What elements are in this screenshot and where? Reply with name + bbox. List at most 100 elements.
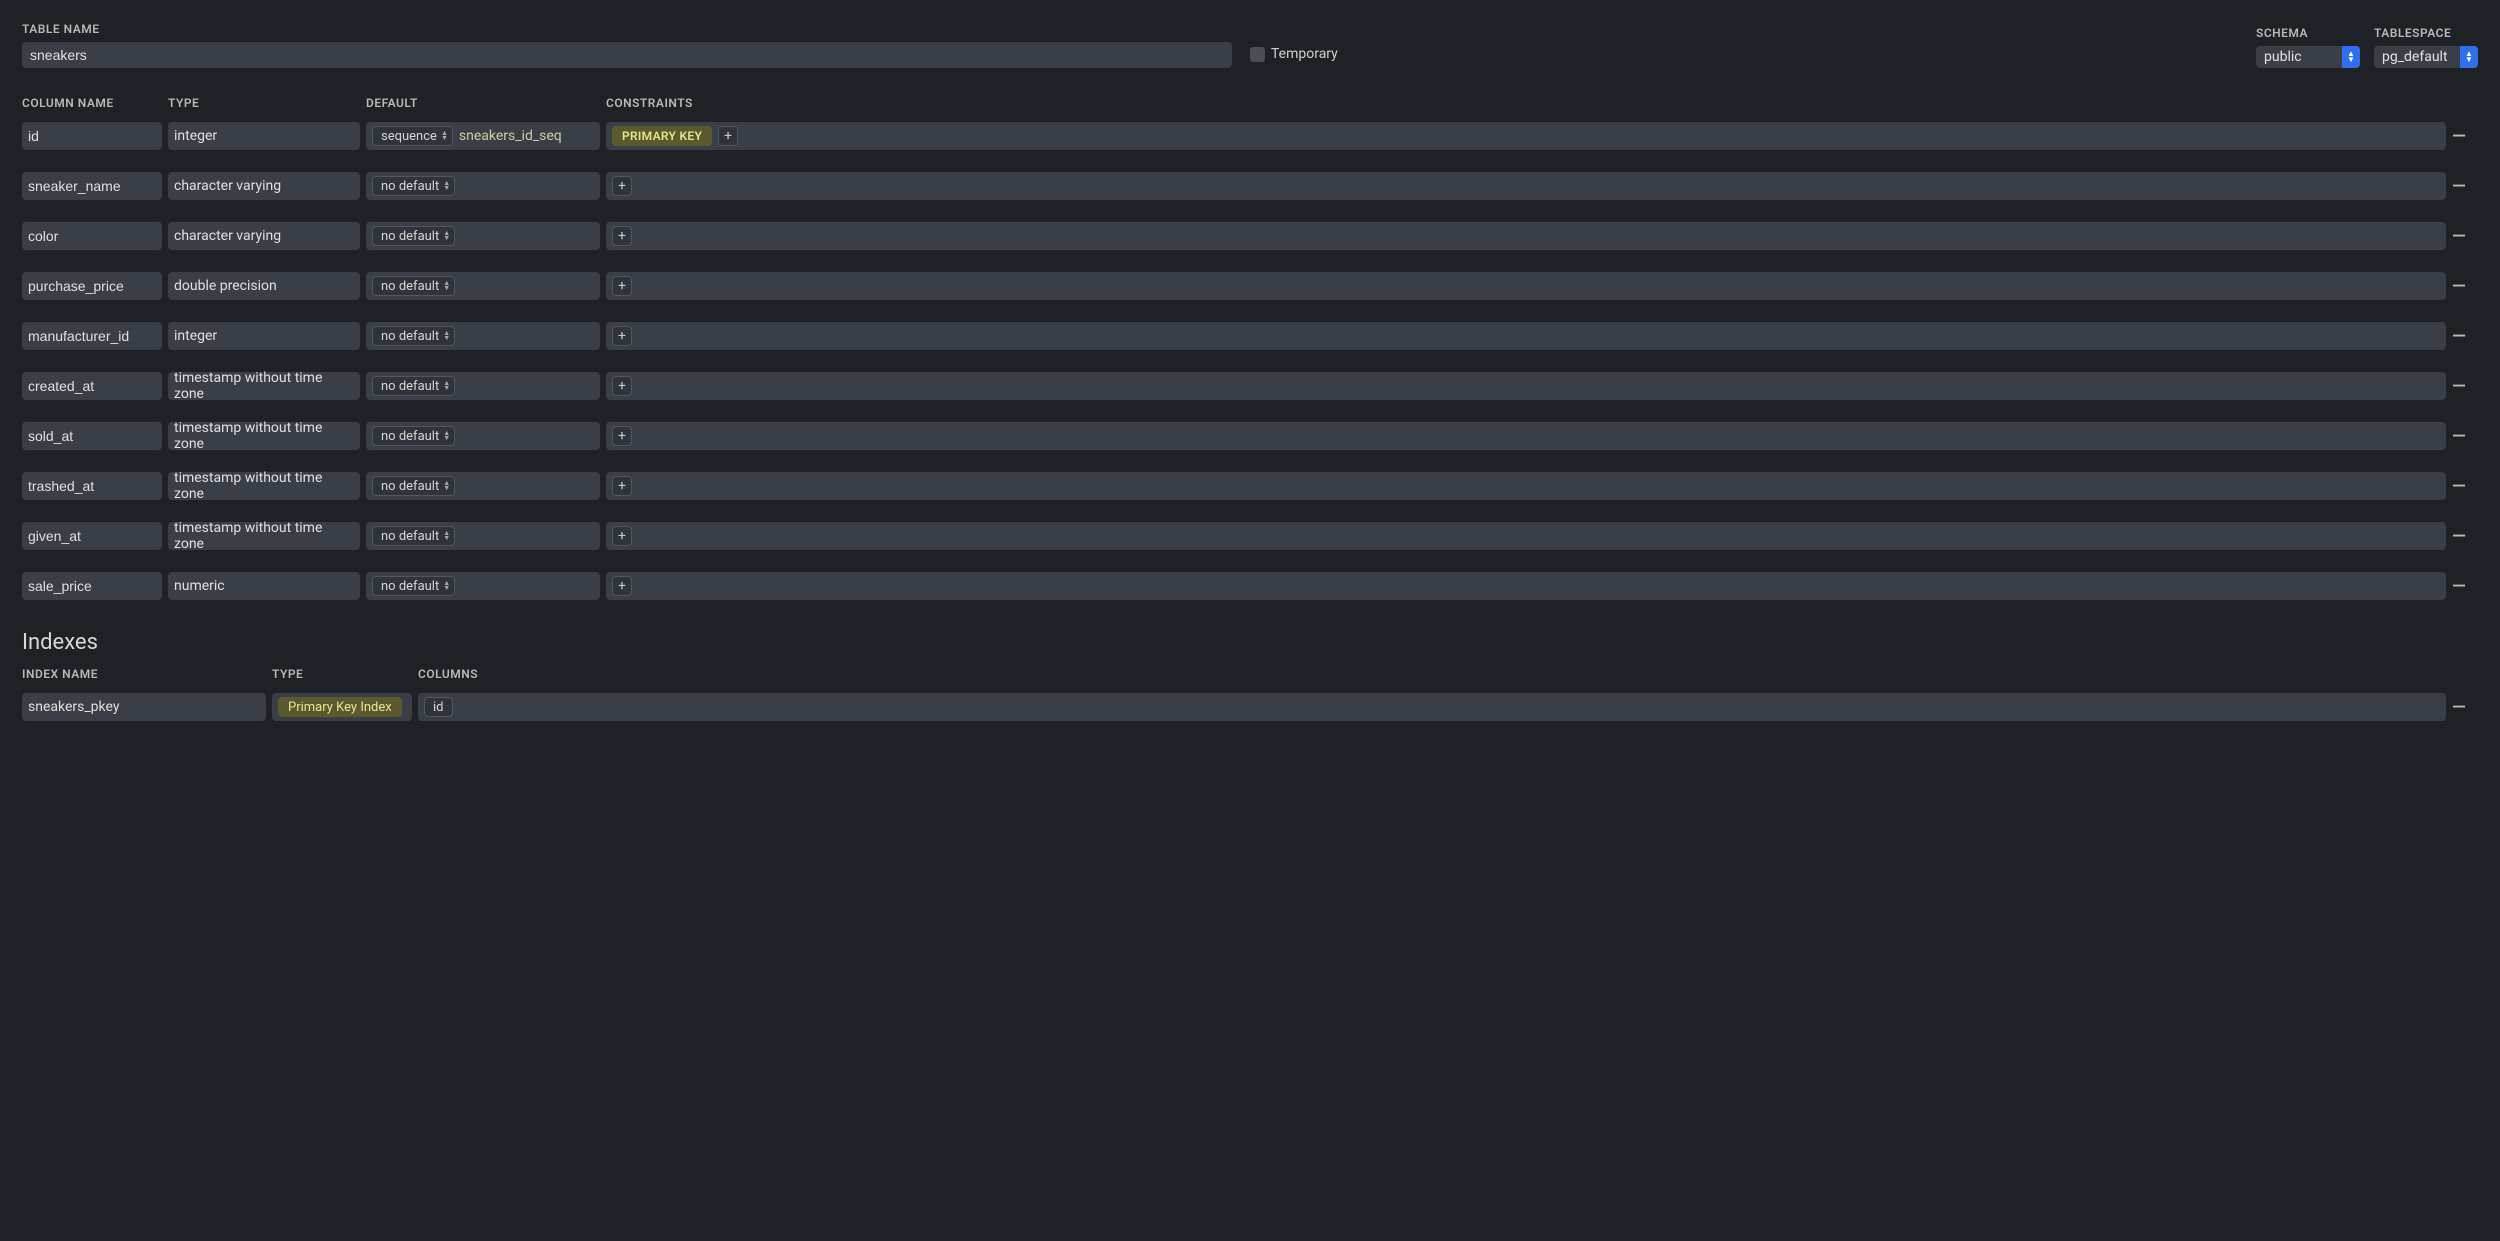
column-name-cell[interactable] bbox=[22, 522, 162, 550]
column-name-cell[interactable] bbox=[22, 322, 162, 350]
add-constraint-button[interactable]: + bbox=[612, 426, 632, 446]
column-name-input[interactable] bbox=[28, 478, 156, 494]
column-type-cell[interactable]: character varying bbox=[168, 222, 360, 250]
remove-column-button[interactable]: — bbox=[2452, 276, 2466, 297]
remove-column-button[interactable]: — bbox=[2452, 426, 2466, 447]
add-constraint-button[interactable]: + bbox=[718, 126, 738, 146]
column-name-input[interactable] bbox=[28, 328, 156, 344]
column-type-cell[interactable]: double precision bbox=[168, 272, 360, 300]
remove-column-button[interactable]: — bbox=[2452, 476, 2466, 497]
default-select[interactable]: no default▲▼ bbox=[372, 226, 455, 246]
column-row: character varying no default▲▼ + — bbox=[22, 222, 2478, 250]
remove-column-cell: — bbox=[2452, 426, 2478, 447]
column-constraints-cell: PRIMARY KEY+ bbox=[606, 122, 2446, 150]
default-select[interactable]: no default▲▼ bbox=[372, 426, 455, 446]
column-type-cell[interactable]: timestamp without time zone bbox=[168, 522, 360, 550]
column-name-cell[interactable] bbox=[22, 272, 162, 300]
column-name-input[interactable] bbox=[28, 178, 156, 194]
schema-label: SCHEMA bbox=[2256, 26, 2360, 40]
temporary-checkbox[interactable] bbox=[1250, 47, 1265, 62]
add-constraint-button[interactable]: + bbox=[612, 326, 632, 346]
column-name-cell[interactable] bbox=[22, 572, 162, 600]
column-type-value: timestamp without time zone bbox=[174, 370, 354, 402]
column-type-value: character varying bbox=[174, 178, 354, 194]
column-constraints-cell: + bbox=[606, 372, 2446, 400]
add-constraint-button[interactable]: + bbox=[612, 226, 632, 246]
column-name-cell[interactable] bbox=[22, 222, 162, 250]
temporary-checkbox-wrap[interactable]: Temporary bbox=[1250, 46, 1338, 62]
column-name-cell[interactable] bbox=[22, 172, 162, 200]
column-row: integersequence▲▼sneakers_id_seqPRIMARY … bbox=[22, 122, 2478, 150]
remove-column-button[interactable]: — bbox=[2452, 576, 2466, 597]
column-constraints-cell: + bbox=[606, 522, 2446, 550]
remove-column-button[interactable]: — bbox=[2452, 526, 2466, 547]
column-type-cell[interactable]: timestamp without time zone bbox=[168, 472, 360, 500]
index-name-cell[interactable]: sneakers_pkey bbox=[22, 693, 266, 721]
default-select[interactable]: no default▲▼ bbox=[372, 176, 455, 196]
column-type-value: timestamp without time zone bbox=[174, 470, 354, 502]
default-select-value: no default bbox=[381, 179, 439, 194]
column-name-cell[interactable] bbox=[22, 122, 162, 150]
remove-column-button[interactable]: — bbox=[2452, 326, 2466, 347]
column-name-input[interactable] bbox=[28, 228, 156, 244]
column-constraints-cell: + bbox=[606, 272, 2446, 300]
column-row: timestamp without time zone no default▲▼ +… bbox=[22, 472, 2478, 500]
add-constraint-button[interactable]: + bbox=[612, 276, 632, 296]
index-columns-cell: id bbox=[418, 693, 2446, 721]
temporary-label: Temporary bbox=[1271, 46, 1338, 62]
add-constraint-button[interactable]: + bbox=[612, 576, 632, 596]
remove-column-cell: — bbox=[2452, 176, 2478, 197]
column-type-cell[interactable]: character varying bbox=[168, 172, 360, 200]
default-select[interactable]: no default▲▼ bbox=[372, 326, 455, 346]
column-constraints-cell: + bbox=[606, 222, 2446, 250]
column-type-value: character varying bbox=[174, 228, 354, 244]
remove-column-button[interactable]: — bbox=[2452, 176, 2466, 197]
default-select-value: no default bbox=[381, 529, 439, 544]
table-name-input[interactable] bbox=[22, 42, 1232, 68]
temporary-group: Temporary bbox=[1250, 46, 1338, 68]
add-constraint-button[interactable]: + bbox=[612, 476, 632, 496]
default-select[interactable]: no default▲▼ bbox=[372, 376, 455, 396]
default-select-value: no default bbox=[381, 479, 439, 494]
column-default-cell: no default ▲▼ bbox=[366, 522, 600, 550]
default-select[interactable]: no default▲▼ bbox=[372, 576, 455, 596]
remove-column-button[interactable]: — bbox=[2452, 376, 2466, 397]
default-select[interactable]: no default▲▼ bbox=[372, 276, 455, 296]
add-constraint-button[interactable]: + bbox=[612, 176, 632, 196]
tablespace-select[interactable]: pg_default ▲▼ bbox=[2374, 46, 2478, 68]
column-type-cell[interactable]: integer bbox=[168, 322, 360, 350]
column-row: double precision no default▲▼ + — bbox=[22, 272, 2478, 300]
column-type-cell[interactable]: integer bbox=[168, 122, 360, 150]
add-constraint-button[interactable]: + bbox=[612, 376, 632, 396]
column-name-input[interactable] bbox=[28, 278, 156, 294]
updown-icon: ▲▼ bbox=[443, 381, 450, 391]
column-name-input[interactable] bbox=[28, 378, 156, 394]
table-name-group: TABLE NAME bbox=[22, 22, 1232, 68]
default-select[interactable]: no default▲▼ bbox=[372, 476, 455, 496]
idx-header-name: INDEX NAME bbox=[22, 667, 266, 681]
index-name-value: sneakers_pkey bbox=[28, 699, 260, 715]
add-constraint-button[interactable]: + bbox=[612, 526, 632, 546]
default-select[interactable]: no default ▲▼ bbox=[372, 526, 455, 546]
column-name-cell[interactable] bbox=[22, 472, 162, 500]
column-name-input[interactable] bbox=[28, 128, 156, 144]
column-constraints-cell: + bbox=[606, 472, 2446, 500]
column-name-input[interactable] bbox=[28, 428, 156, 444]
column-name-cell[interactable] bbox=[22, 422, 162, 450]
remove-column-button[interactable]: — bbox=[2452, 226, 2466, 247]
schema-value: public bbox=[2256, 49, 2310, 65]
updown-icon: ▲▼ bbox=[443, 531, 450, 541]
column-type-cell[interactable]: timestamp without time zone bbox=[168, 372, 360, 400]
column-type-cell[interactable]: timestamp without time zone bbox=[168, 422, 360, 450]
remove-column-button[interactable]: — bbox=[2452, 126, 2466, 147]
column-constraints-cell: + bbox=[606, 172, 2446, 200]
default-select[interactable]: sequence▲▼ bbox=[372, 126, 453, 146]
column-name-input[interactable] bbox=[28, 528, 156, 544]
col-header-constraints: CONSTRAINTS bbox=[606, 96, 2446, 110]
column-type-cell[interactable]: numeric bbox=[168, 572, 360, 600]
remove-index-button[interactable]: — bbox=[2452, 697, 2466, 718]
column-name-input[interactable] bbox=[28, 578, 156, 594]
schema-select[interactable]: public ▲▼ bbox=[2256, 46, 2360, 68]
column-name-cell[interactable] bbox=[22, 372, 162, 400]
default-select-value: sequence bbox=[381, 129, 437, 144]
